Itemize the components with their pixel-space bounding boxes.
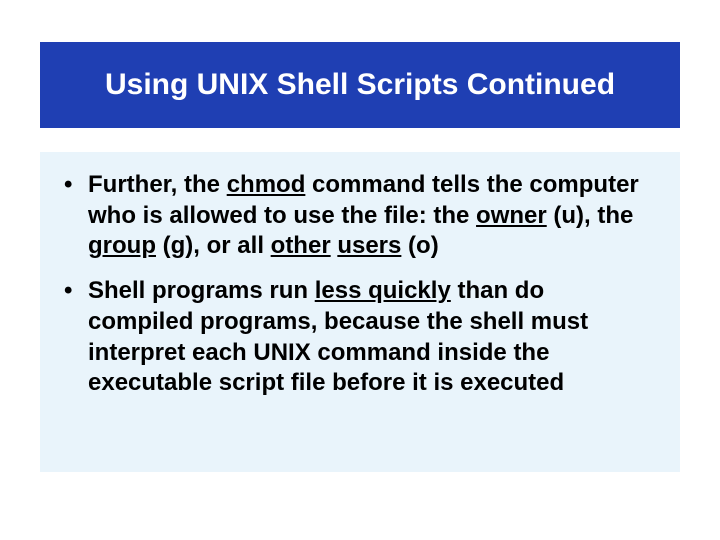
underlined-text: less quickly: [315, 277, 451, 304]
underlined-text: users: [337, 232, 401, 259]
underlined-text: owner: [476, 202, 547, 229]
title-bar: Using UNIX Shell Scripts Continued: [40, 42, 680, 128]
underlined-text: other: [271, 232, 331, 259]
text-run: (g), or all: [156, 232, 271, 259]
text-run: Shell programs run: [88, 277, 315, 304]
list-item: Shell programs run less quickly than do …: [60, 276, 652, 399]
text-run: Further, the: [88, 171, 227, 198]
slide: Using UNIX Shell Scripts Continued Furth…: [0, 42, 720, 540]
slide-body: Further, the chmod command tells the com…: [40, 152, 680, 472]
slide-title: Using UNIX Shell Scripts Continued: [50, 68, 670, 102]
bullet-list: Further, the chmod command tells the com…: [60, 170, 652, 399]
underlined-text: chmod: [227, 171, 306, 198]
underlined-text: group: [88, 232, 156, 259]
list-item: Further, the chmod command tells the com…: [60, 170, 652, 262]
text-run: (o): [401, 232, 438, 259]
text-run: (u), the: [547, 202, 634, 229]
